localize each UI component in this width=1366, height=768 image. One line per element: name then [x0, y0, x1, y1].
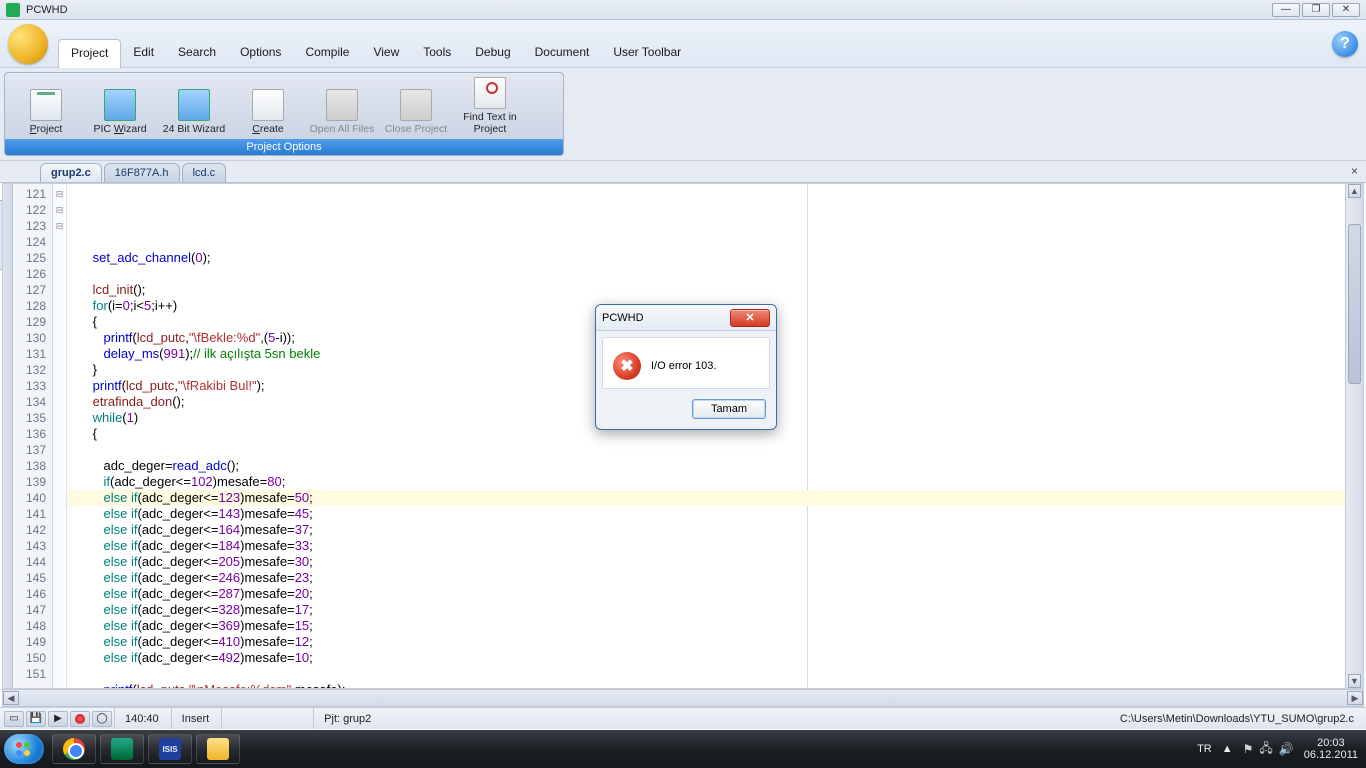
taskbar-isis[interactable]: ISIS	[148, 734, 192, 764]
menu-search[interactable]: Search	[166, 39, 228, 67]
code-editor[interactable]: 1211221231241251261271281291301311321331…	[2, 183, 1364, 689]
horizontal-scrollbar[interactable]: ◀ ▶	[2, 689, 1364, 707]
status-tool-button[interactable]: ▭	[4, 711, 24, 727]
scroll-thumb[interactable]	[1348, 224, 1361, 384]
clock-time: 20:03	[1304, 737, 1358, 749]
ribbon-label: Project	[30, 123, 63, 135]
menu-tools[interactable]: Tools	[411, 39, 463, 67]
ribbon-find-text-in-project[interactable]: Find Text in Project	[453, 75, 527, 137]
ribbon-close-project: Close Project	[379, 75, 453, 137]
app-icon	[6, 3, 20, 17]
status-play-button[interactable]: ▶	[48, 711, 68, 727]
ribbon-icon	[326, 89, 358, 121]
fold-gutter[interactable]: ⊟⊟⊟	[53, 184, 67, 688]
tray-expand-icon[interactable]: ▲	[1222, 743, 1233, 755]
menu-options[interactable]: Options	[228, 39, 293, 67]
file-tab-16F877A-h[interactable]: 16F877A.h	[104, 163, 180, 182]
taskbar-app1[interactable]	[100, 734, 144, 764]
network-icon[interactable]: 🖧	[1259, 739, 1272, 760]
ribbon-label: PIC Wizard	[93, 123, 146, 135]
close-button[interactable]: ✕	[1332, 3, 1360, 17]
menu-view[interactable]: View	[361, 39, 411, 67]
status-target-button[interactable]: ◯	[92, 711, 112, 727]
cursor-position: 140:40	[114, 708, 169, 729]
ribbon-icon	[252, 89, 284, 121]
flag-icon[interactable]: ⚑	[1243, 742, 1254, 756]
ribbon-label: Close Project	[385, 123, 447, 135]
ribbon-icon	[178, 89, 210, 121]
menu-debug[interactable]: Debug	[463, 39, 522, 67]
ribbon-open-all-files: Open All Files	[305, 75, 379, 137]
file-path: C:\Users\Metin\Downloads\YTU_SUMO\grup2.…	[1112, 713, 1362, 725]
scroll-down-icon[interactable]: ▼	[1348, 674, 1361, 688]
scroll-left-icon[interactable]: ◀	[3, 691, 19, 705]
tray-icons[interactable]: ⚑ 🖧 🔊	[1243, 739, 1294, 760]
ribbon-footer: Project Options	[5, 139, 563, 155]
taskbar-chrome[interactable]	[52, 734, 96, 764]
ribbon-icon	[30, 89, 62, 121]
scroll-up-icon[interactable]: ▲	[1348, 184, 1361, 198]
clock-date: 06.12.2011	[1304, 749, 1358, 761]
menu-edit[interactable]: Edit	[121, 39, 166, 67]
window-title: PCWHD	[26, 4, 68, 16]
ribbon-project[interactable]: Project	[9, 75, 83, 137]
status-record-button[interactable]	[70, 711, 90, 727]
tabs-close-icon[interactable]: ×	[1351, 164, 1358, 178]
vertical-scrollbar[interactable]: ▲ ▼	[1345, 184, 1363, 688]
app-orb-icon[interactable]	[8, 24, 48, 64]
ribbon-24-bit-wizard[interactable]: 24 Bit Wizard	[157, 75, 231, 137]
ribbon-label: 24 Bit Wizard	[163, 123, 225, 135]
green-app-icon	[111, 738, 133, 760]
menubar: ProjectEditSearchOptionsCompileViewTools…	[0, 20, 1366, 68]
file-tab-lcd-c[interactable]: lcd.c	[182, 163, 227, 182]
folder-icon	[207, 738, 229, 760]
code-area[interactable]: set_adc_channel(0); lcd_init(); for(i=0;…	[67, 184, 1345, 688]
status-spacer	[221, 708, 311, 729]
volume-icon[interactable]: 🔊	[1279, 742, 1294, 756]
status-bar: ▭ 💾 ▶ ◯ 140:40 Insert Pjt: grup2 C:\User…	[0, 707, 1366, 729]
menu-list: ProjectEditSearchOptionsCompileViewTools…	[58, 20, 693, 67]
titlebar: PCWHD — ❐ ✕	[0, 0, 1366, 20]
ribbon-icon	[104, 89, 136, 121]
menu-document[interactable]: Document	[523, 39, 602, 67]
project-name: Pjt: grup2	[313, 708, 381, 729]
isis-icon: ISIS	[159, 738, 181, 760]
taskbar: ISIS TR ▲ ⚑ 🖧 🔊 20:03 06.12.2011	[0, 730, 1366, 768]
ribbon-label: Open All Files	[310, 123, 375, 135]
taskbar-explorer[interactable]	[196, 734, 240, 764]
minimize-button[interactable]: —	[1272, 3, 1300, 17]
start-button[interactable]	[4, 734, 44, 764]
line-number-gutter: 1211221231241251261271281291301311321331…	[13, 184, 53, 688]
system-tray: TR ▲ ⚑ 🖧 🔊 20:03 06.12.2011	[1197, 737, 1362, 761]
ribbon-icon	[474, 77, 506, 109]
menu-project[interactable]: Project	[58, 39, 121, 68]
status-save-button[interactable]: 💾	[26, 711, 46, 727]
gutter-margin	[3, 184, 13, 688]
chrome-icon	[63, 738, 85, 760]
scroll-right-icon[interactable]: ▶	[1347, 691, 1363, 705]
ribbon-pic-wizard[interactable]: PIC Wizard	[83, 75, 157, 137]
menu-compile[interactable]: Compile	[293, 39, 361, 67]
maximize-button[interactable]: ❐	[1302, 3, 1330, 17]
file-tab-grup2-c[interactable]: grup2.c	[40, 163, 102, 182]
ribbon-label: Create	[252, 123, 284, 135]
ribbon-create[interactable]: Create	[231, 75, 305, 137]
ribbon-icon	[400, 89, 432, 121]
help-icon[interactable]: ?	[1332, 31, 1358, 57]
ribbon: Project PIC Wizard 24 Bit Wizard Create Open…	[4, 72, 564, 156]
clock[interactable]: 20:03 06.12.2011	[1304, 737, 1358, 761]
ribbon-container: Project PIC Wizard 24 Bit Wizard Create Open…	[0, 68, 1366, 161]
language-indicator[interactable]: TR	[1197, 743, 1212, 755]
ribbon-body: Project PIC Wizard 24 Bit Wizard Create Open…	[5, 73, 563, 139]
ribbon-label: Find Text in Project	[455, 111, 525, 135]
menu-user-toolbar[interactable]: User Toolbar	[601, 39, 693, 67]
file-tabs: grup2.c16F877A.hlcd.c ×	[0, 161, 1366, 183]
insert-mode: Insert	[171, 708, 220, 729]
